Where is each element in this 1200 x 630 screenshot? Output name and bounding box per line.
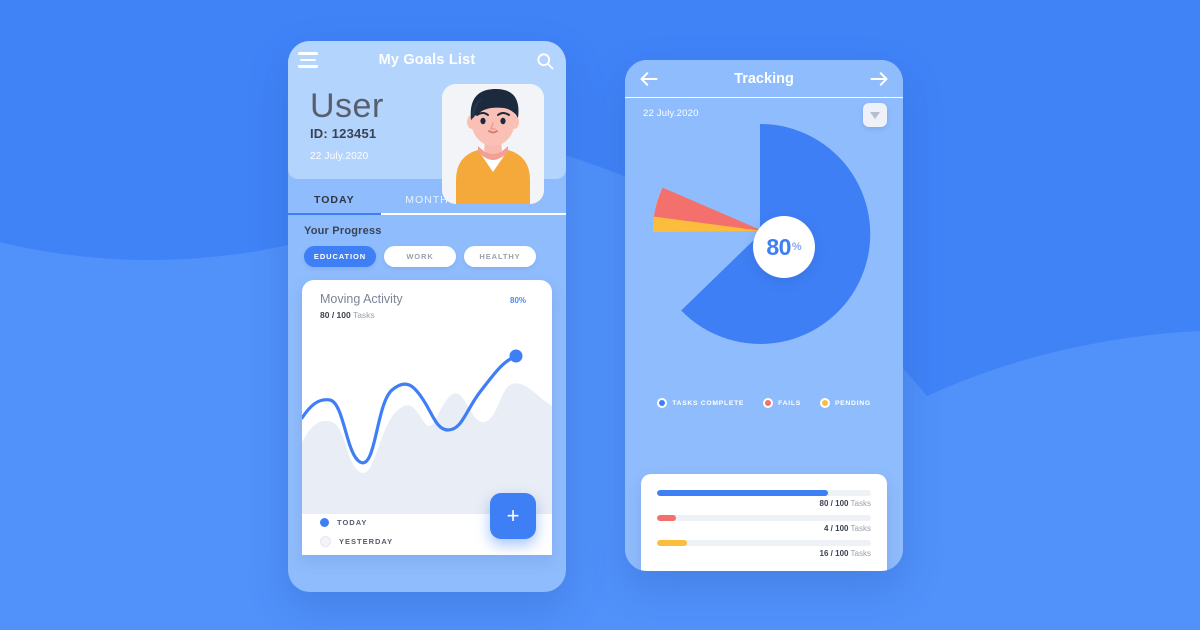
progress-label-pending: 16 / 100 Tasks xyxy=(657,549,871,558)
legend-item-fails: FAILS xyxy=(763,398,801,408)
progress-value-fails: 4 / 100 xyxy=(824,524,849,533)
legend-label-yesterday: YESTERDAY xyxy=(339,537,394,546)
category-education[interactable]: EDUCATION xyxy=(304,246,376,267)
progress-label-fails: 4 / 100 Tasks xyxy=(657,524,871,533)
legend-item-pending: PENDING xyxy=(819,398,871,408)
legend-dot-pending xyxy=(819,398,830,408)
arrow-left-icon[interactable] xyxy=(639,69,659,89)
goals-body: TODAY MONTH YEAR Your Progress EDUCATION… xyxy=(288,179,566,555)
activity-legend: TODAY YESTERDAY xyxy=(320,509,393,547)
legend-label-today: TODAY xyxy=(337,518,368,527)
progress-track-fails xyxy=(657,515,871,521)
phone-goals-list: My Goals List User ID: 123451 22 July.20… xyxy=(288,41,566,592)
progress-track-complete xyxy=(657,490,871,496)
progress-unit-fails: Tasks xyxy=(850,524,871,533)
progress-section-title: Your Progress xyxy=(304,225,382,237)
hamburger-icon[interactable] xyxy=(298,52,318,68)
legend-dot-fails xyxy=(763,398,774,408)
progress-value-pending: 16 / 100 xyxy=(819,549,849,558)
progress-fill-complete xyxy=(657,490,829,496)
search-icon[interactable] xyxy=(534,50,556,72)
tab-today[interactable]: TODAY xyxy=(288,194,381,206)
legend-label-pending: PENDING xyxy=(834,399,871,407)
moving-activity-card: Moving Activity 80 / 100 Tasks 80% TODAY xyxy=(302,280,552,555)
add-goal-button[interactable]: + xyxy=(485,488,541,544)
progress-fill-fails xyxy=(657,515,677,521)
category-filters: EDUCATION WORK HEALTHY xyxy=(304,246,566,267)
today-endpoint xyxy=(509,349,523,363)
legend-label-tasks-complete: TASKS COMPLETE xyxy=(672,399,745,407)
arrow-right-icon[interactable] xyxy=(869,69,889,89)
tracking-pie-chart: 80 % xyxy=(648,116,878,346)
progress-row-fails: 4 / 100 Tasks xyxy=(657,515,871,533)
task-progress-card: 80 / 100 Tasks 4 / 100 Tasks 16 / 100 Ta… xyxy=(641,474,887,571)
tab-underline xyxy=(288,212,566,215)
goals-header: My Goals List xyxy=(288,41,566,79)
category-work[interactable]: WORK xyxy=(384,246,456,267)
category-healthy[interactable]: HEALTHY xyxy=(464,246,536,267)
legend-item-today: TODAY xyxy=(320,518,393,527)
legend-dot-yesterday xyxy=(320,536,331,547)
legend-label-fails: FAILS xyxy=(778,399,801,407)
progress-row-complete: 80 / 100 Tasks xyxy=(657,490,871,508)
legend-dot-tasks-complete xyxy=(657,398,668,408)
progress-value-complete: 80 / 100 xyxy=(819,499,849,508)
tracking-title: Tracking xyxy=(734,70,794,87)
activity-point-label: 80% xyxy=(510,296,527,305)
pie-center-value: 80 % xyxy=(753,216,815,278)
user-avatar-illustration xyxy=(442,84,544,204)
tracking-header: Tracking xyxy=(625,60,903,98)
progress-track-pending xyxy=(657,540,871,546)
tracking-body: 22 July.2020 80 % TASKS COMPLETE FAILS P… xyxy=(625,98,903,571)
progress-label-complete: 80 / 100 Tasks xyxy=(657,499,871,508)
progress-unit-complete: Tasks xyxy=(850,499,871,508)
progress-row-pending: 16 / 100 Tasks xyxy=(657,540,871,558)
legend-item-yesterday: YESTERDAY xyxy=(320,536,393,547)
page-title: My Goals List xyxy=(378,52,476,68)
progress-unit-pending: Tasks xyxy=(850,549,871,558)
legend-dot-today xyxy=(320,518,329,527)
pie-center-number: 80 xyxy=(766,233,791,260)
progress-fill-pending xyxy=(657,540,687,546)
activity-line-chart xyxy=(302,314,552,514)
background xyxy=(0,0,1200,630)
pie-center-unit: % xyxy=(791,241,802,253)
phone-tracking: Tracking 22 July.2020 80 % TASKS COMPLET… xyxy=(625,60,903,571)
legend-item-tasks-complete: TASKS COMPLETE xyxy=(657,398,744,408)
pie-legend: TASKS COMPLETE FAILS PENDING xyxy=(625,398,903,408)
